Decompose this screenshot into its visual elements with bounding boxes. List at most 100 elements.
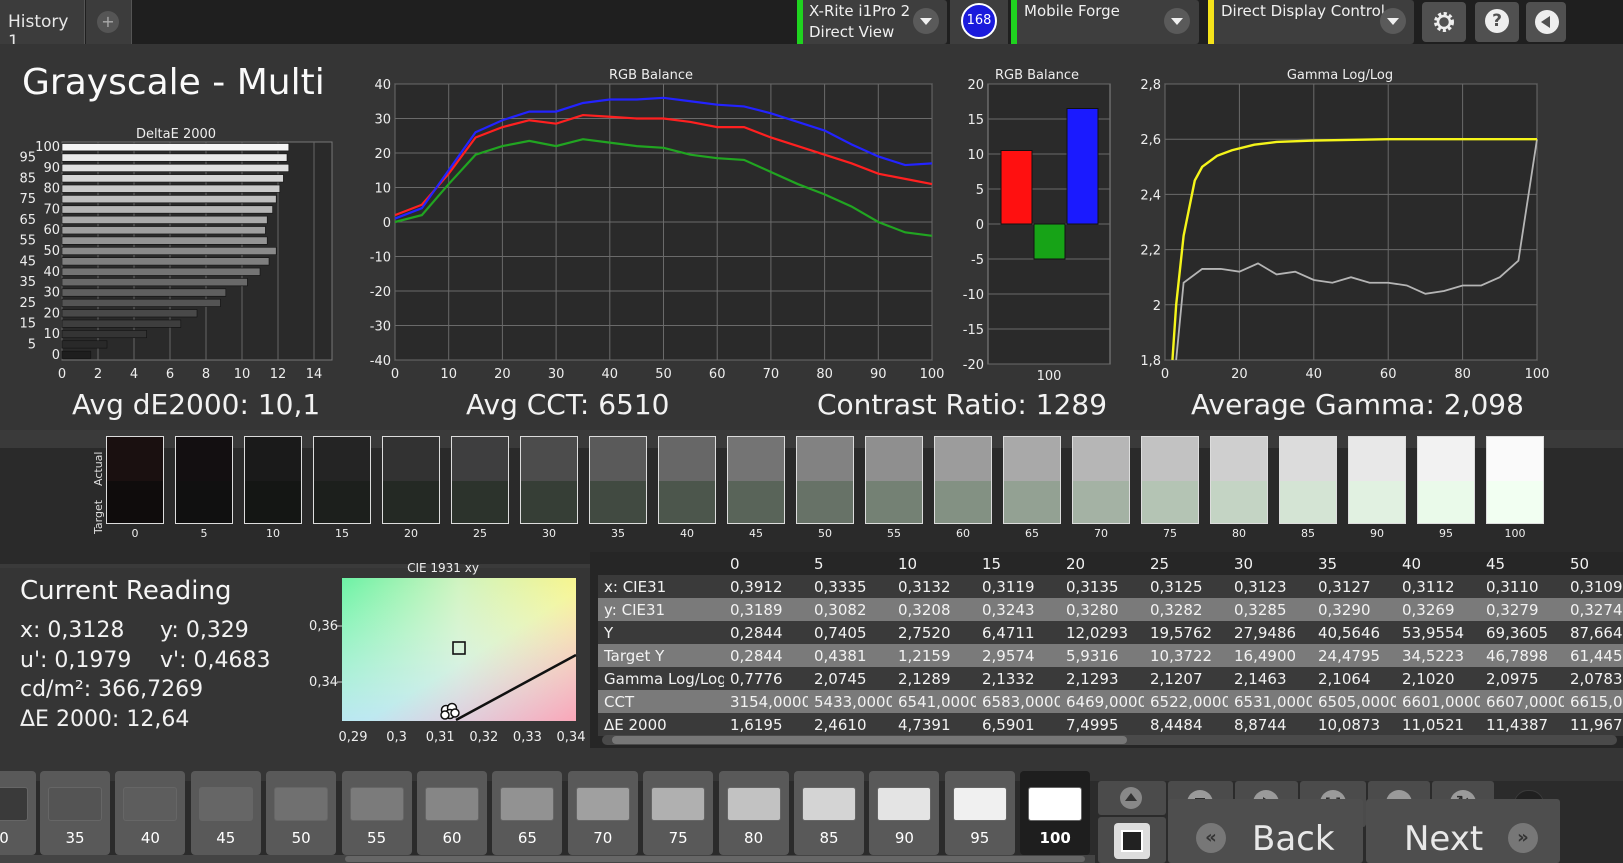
swatch-actual bbox=[866, 437, 922, 481]
top-bar: History 1 + X-Rite i1Pro 2 Direct View 1… bbox=[0, 0, 1623, 52]
table-row[interactable]: Target Y 0,2844 0,4381 1,2159 2,9574 5,9316 10… bbox=[598, 644, 1623, 667]
delta-x-tick: 14 bbox=[306, 367, 323, 382]
patch-button-85[interactable]: 85 bbox=[794, 771, 864, 855]
patch-button-75[interactable]: 75 bbox=[643, 771, 714, 855]
swatch-actual bbox=[314, 437, 370, 481]
gamma-x-tick: 40 bbox=[1306, 367, 1323, 382]
swatch-30 bbox=[520, 436, 578, 524]
delta-bar-30 bbox=[61, 288, 227, 297]
patch-button-60[interactable]: 60 bbox=[417, 771, 487, 855]
table-row[interactable]: ΔE 2000 1,6195 2,4610 4,7391 6,5901 7,4995 8,4… bbox=[598, 713, 1623, 736]
patch-scrollbar[interactable] bbox=[0, 855, 1095, 863]
rgb-x-tick: 50 bbox=[655, 367, 672, 382]
collapse-left-icon bbox=[1535, 10, 1559, 34]
patch-swatch bbox=[425, 787, 479, 821]
swatch-40 bbox=[658, 436, 716, 524]
swatch-label: 50 bbox=[818, 527, 832, 540]
generator-selector[interactable]: Mobile Forge bbox=[1011, 0, 1199, 44]
reading-luminance: cd/m²: 366,7269 bbox=[20, 677, 204, 702]
patch-button-65[interactable]: 65 bbox=[492, 771, 563, 855]
table-row[interactable]: Gamma Log/Log 0,7776 2,0745 2,1289 2,1332 2,1… bbox=[598, 667, 1623, 690]
delta-y-tick: 85 bbox=[19, 171, 36, 186]
table-cell: 2,1293 bbox=[1060, 667, 1144, 690]
patch-button-45[interactable]: 45 bbox=[190, 771, 261, 855]
swatch-95 bbox=[1417, 436, 1475, 524]
swatch-target bbox=[659, 481, 715, 523]
patch-button-0[interactable]: 0 bbox=[0, 771, 36, 855]
table-row[interactable]: Y 0,2844 0,7405 2,7520 6,4711 12,0293 19,5762 2… bbox=[598, 621, 1623, 644]
table-header-cell: 15 bbox=[976, 552, 1060, 575]
table-cell: 2,1289 bbox=[892, 667, 976, 690]
add-tab-button[interactable]: + bbox=[86, 0, 132, 44]
delta-bar-70 bbox=[61, 205, 273, 214]
patch-button-100[interactable]: 100 bbox=[1020, 771, 1091, 855]
table-cell: 6505,0000 bbox=[1312, 690, 1396, 713]
swatch-label: 60 bbox=[956, 527, 970, 540]
swatch-label: 20 bbox=[404, 527, 418, 540]
table-cell: 2,1463 bbox=[1228, 667, 1312, 690]
rgb-bar-y-tick: 0 bbox=[976, 218, 984, 233]
rgb-bar-y-tick: -10 bbox=[963, 288, 984, 303]
table-row[interactable]: y: CIE31 0,3189 0,3082 0,3208 0,3243 0,3280 0,… bbox=[598, 598, 1623, 621]
gamma-x-tick: 100 bbox=[1525, 367, 1550, 382]
table-row[interactable]: x: CIE31 0,3912 0,3335 0,3132 0,3119 0,3135 0,… bbox=[598, 575, 1623, 598]
table-header-cell: 25 bbox=[1144, 552, 1228, 575]
back-button[interactable]: « Back bbox=[1168, 799, 1363, 863]
patch-label: 35 bbox=[65, 829, 85, 847]
gamma-plot-area bbox=[1164, 83, 1538, 361]
meter-name: X-Rite i1Pro 2 bbox=[809, 2, 911, 20]
table-cell: 0,3119 bbox=[976, 575, 1060, 598]
patch-button-90[interactable]: 90 bbox=[869, 771, 940, 855]
table-scrollbar[interactable] bbox=[602, 735, 1617, 745]
swatch-actual bbox=[1142, 437, 1198, 481]
help-button[interactable]: ? bbox=[1475, 2, 1519, 42]
settings-button[interactable] bbox=[1422, 2, 1466, 42]
table-row[interactable]: CCT 3154,0000 5433,0000 6541,0000 6583,0000 6… bbox=[598, 690, 1623, 713]
table-cell: 27,9486 bbox=[1228, 621, 1312, 644]
patch-button-70[interactable]: 70 bbox=[567, 771, 638, 855]
delta-y-tick: 95 bbox=[19, 151, 36, 166]
swatch-75 bbox=[1141, 436, 1199, 524]
swatch-target bbox=[797, 481, 853, 523]
swatch-target bbox=[728, 481, 784, 523]
scroll-up-button[interactable] bbox=[1098, 781, 1166, 815]
swatch-0 bbox=[106, 436, 164, 524]
swatch-35 bbox=[589, 436, 647, 524]
swatch-15 bbox=[313, 436, 371, 524]
swatch-target bbox=[590, 481, 646, 523]
delta-bar-95 bbox=[61, 153, 288, 162]
patch-button-95[interactable]: 95 bbox=[944, 771, 1015, 855]
table-scrollbar-thumb[interactable] bbox=[612, 736, 1127, 744]
delta-bar-60 bbox=[61, 226, 266, 235]
swatch-target bbox=[521, 481, 577, 523]
patch-button-55[interactable]: 55 bbox=[341, 771, 412, 855]
meter-selector[interactable]: X-Rite i1Pro 2 Direct View bbox=[797, 0, 947, 44]
swatch-label: 25 bbox=[473, 527, 487, 540]
table-header-row: 0 5 10 15 20 25 30 35 40 45 50 bbox=[598, 552, 1623, 575]
table-cell: 0,7776 bbox=[724, 667, 808, 690]
patch-label: 55 bbox=[367, 829, 387, 847]
table-row-label: Y bbox=[598, 621, 724, 644]
cie-x-tick: 0,3 bbox=[386, 730, 407, 745]
patch-button-40[interactable]: 40 bbox=[115, 771, 186, 855]
delta-y-tick: 75 bbox=[19, 192, 36, 207]
meter-status-bar bbox=[797, 0, 803, 44]
gamma-x-tick: 0 bbox=[1161, 367, 1169, 382]
patch-button-35[interactable]: 35 bbox=[40, 771, 110, 855]
collapse-button[interactable] bbox=[1526, 2, 1566, 42]
next-button[interactable]: Next » bbox=[1366, 799, 1560, 863]
swatch-90 bbox=[1348, 436, 1406, 524]
swatch-target bbox=[383, 481, 439, 523]
display-selector[interactable]: Direct Display Control bbox=[1208, 0, 1414, 44]
patch-swatch bbox=[952, 787, 1007, 821]
table-cell: 46,7898 bbox=[1480, 644, 1564, 667]
swatch-label: 95 bbox=[1439, 527, 1453, 540]
display-status-bar bbox=[1208, 0, 1214, 44]
patch-button-80[interactable]: 80 bbox=[718, 771, 789, 855]
record-mode-button[interactable] bbox=[1098, 817, 1166, 863]
delta-y-tick: 55 bbox=[19, 234, 36, 249]
patch-button-50[interactable]: 50 bbox=[266, 771, 337, 855]
rgb-bar-y-tick: -20 bbox=[963, 358, 984, 373]
tab-history-1[interactable]: History 1 bbox=[0, 0, 85, 52]
patch-scrollbar-thumb[interactable] bbox=[345, 856, 1085, 862]
